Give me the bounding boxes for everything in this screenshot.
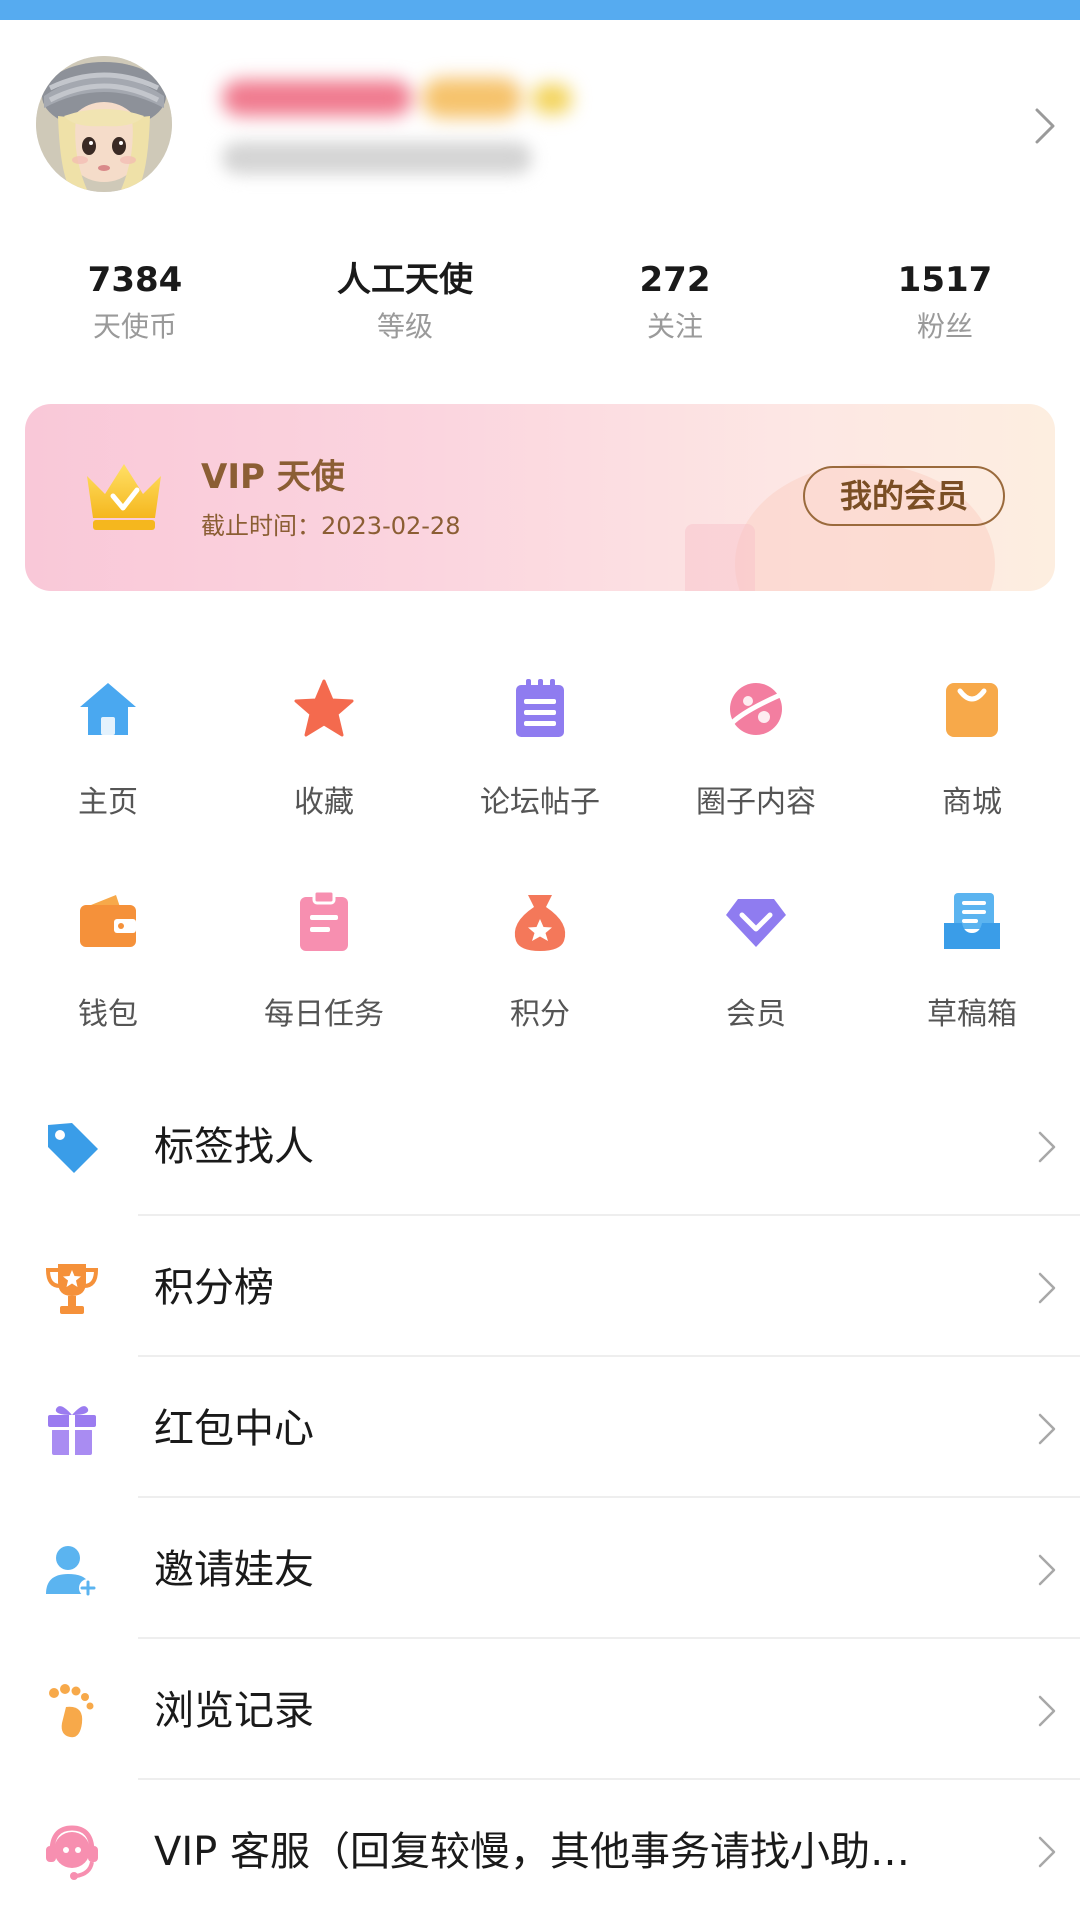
my-membership-button[interactable]: 我的会员 xyxy=(803,466,1005,526)
home-icon xyxy=(80,683,136,735)
stat-label: 天使币 xyxy=(92,310,177,343)
diamond-icon xyxy=(726,899,786,947)
grid-item-circle-content[interactable]: 圈子内容 xyxy=(648,665,864,877)
vip-expire-date: 截止时间：2023-02-28 xyxy=(201,512,461,540)
stat-label: 关注 xyxy=(646,310,703,343)
crown-icon xyxy=(87,464,161,530)
grid-label: 钱包 xyxy=(78,997,138,1032)
stat-level[interactable]: 人工天使 等级 xyxy=(270,255,540,365)
signature-blurred xyxy=(222,142,532,174)
money-bag-icon xyxy=(514,895,566,951)
gift-icon xyxy=(48,1406,96,1455)
stat-value: 7384 xyxy=(87,260,183,300)
stat-label: 粉丝 xyxy=(916,310,973,343)
list-label: 标签找人 xyxy=(154,1124,314,1170)
chevron-right-icon xyxy=(1038,1131,1056,1163)
grid-item-daily-tasks[interactable]: 每日任务 xyxy=(216,877,432,1089)
grid-item-forum-posts[interactable]: 论坛帖子 xyxy=(432,665,648,877)
tag-icon xyxy=(48,1123,98,1173)
stat-following[interactable]: 272 关注 xyxy=(540,255,810,365)
stat-value: 272 xyxy=(639,260,711,300)
customer-service-icon xyxy=(46,1825,98,1880)
inbox-icon xyxy=(944,893,1000,949)
chevron-right-icon xyxy=(1038,1836,1056,1868)
grid-label: 每日任务 xyxy=(264,997,384,1032)
grid-item-wallet[interactable]: 钱包 xyxy=(0,877,216,1089)
grid-item-favorites[interactable]: 收藏 xyxy=(216,665,432,877)
grid-label: 积分 xyxy=(510,997,570,1032)
grid-label: 草稿箱 xyxy=(927,997,1017,1032)
stat-label: 等级 xyxy=(376,310,433,343)
chevron-right-icon xyxy=(1038,1413,1056,1445)
avatar[interactable] xyxy=(36,56,172,192)
stat-value: 1517 xyxy=(897,260,993,300)
clipboard-icon xyxy=(300,889,348,951)
grid-label: 商城 xyxy=(942,785,1002,820)
chevron-right-icon xyxy=(1038,1695,1056,1727)
shopping-bag-icon xyxy=(946,683,998,737)
username-blurred xyxy=(222,74,582,122)
grid-item-home[interactable]: 主页 xyxy=(0,665,216,877)
list-label: 红包中心 xyxy=(154,1406,314,1452)
grid-label: 论坛帖子 xyxy=(480,785,600,820)
list-label: 积分榜 xyxy=(154,1265,274,1311)
chevron-right-icon xyxy=(1038,1272,1056,1304)
chevron-right-icon xyxy=(1038,1554,1056,1586)
footprint-icon xyxy=(49,1684,94,1738)
grid-item-membership[interactable]: 会员 xyxy=(648,877,864,1089)
notepad-icon xyxy=(516,679,564,737)
list-item-browsing-history[interactable]: 浏览记录 xyxy=(0,1639,1080,1780)
list-item-tag-search[interactable]: 标签找人 xyxy=(0,1075,1080,1216)
grid-label: 会员 xyxy=(726,997,786,1032)
chevron-right-icon[interactable] xyxy=(1032,106,1058,146)
grid-label: 收藏 xyxy=(294,785,354,820)
menu-list: 标签找人 积分榜 红包中心 邀请娃友 浏览记录 VIP 客服（回复较慢，其他事务… xyxy=(0,1075,1080,1920)
star-icon xyxy=(294,679,354,737)
vip-decoration xyxy=(685,524,755,591)
vip-title: VIP 天使 xyxy=(201,457,345,497)
stat-value: 人工天使 xyxy=(337,260,473,300)
add-user-icon xyxy=(46,1546,97,1597)
list-label: 浏览记录 xyxy=(154,1688,314,1734)
list-item-red-packet-center[interactable]: 红包中心 xyxy=(0,1357,1080,1498)
grid-item-mall[interactable]: 商城 xyxy=(864,665,1080,877)
list-item-invite-friends[interactable]: 邀请娃友 xyxy=(0,1498,1080,1639)
grid-item-drafts[interactable]: 草稿箱 xyxy=(864,877,1080,1089)
profile-header[interactable] xyxy=(0,20,1080,230)
stat-fans[interactable]: 1517 粉丝 xyxy=(810,255,1080,365)
list-label: VIP 客服（回复较慢，其他事务请找小助… xyxy=(154,1829,910,1875)
list-label: 邀请娃友 xyxy=(154,1547,314,1593)
vip-card[interactable]: VIP 天使 截止时间：2023-02-28 我的会员 xyxy=(25,404,1055,591)
planet-icon xyxy=(729,683,783,735)
grid-item-points[interactable]: 积分 xyxy=(432,877,648,1089)
list-item-leaderboard[interactable]: 积分榜 xyxy=(0,1216,1080,1357)
feature-grid: 主页 收藏 论坛帖子 圈子内容 商城 钱包 每日任务 积分 会员 草稿箱 xyxy=(0,665,1080,1089)
wallet-icon xyxy=(80,895,136,947)
trophy-icon xyxy=(45,1264,99,1314)
grid-label: 圈子内容 xyxy=(696,785,816,820)
grid-label: 主页 xyxy=(78,785,138,820)
stats-bar: 7384 天使币 人工天使 等级 272 关注 1517 粉丝 xyxy=(0,255,1080,365)
stat-coins[interactable]: 7384 天使币 xyxy=(0,255,270,365)
status-bar xyxy=(0,0,1080,20)
list-item-vip-customer-service[interactable]: VIP 客服（回复较慢，其他事务请找小助… xyxy=(0,1780,1080,1920)
